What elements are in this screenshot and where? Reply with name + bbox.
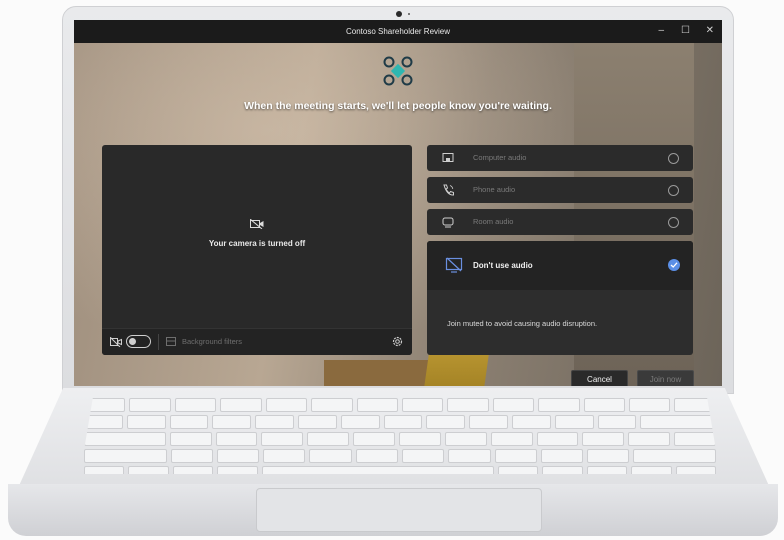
radio-button[interactable]: [668, 217, 679, 228]
background-filters-icon: [166, 337, 176, 346]
computer-icon: [442, 153, 454, 162]
window-title: Contoso Shareholder Review: [345, 27, 451, 36]
keyboard: [80, 398, 720, 474]
camera-off-icon: [110, 337, 122, 347]
audio-option-label: Computer audio: [473, 153, 527, 162]
title-bar: Contoso Shareholder Review – ☐ ✕: [74, 20, 722, 43]
cancel-button[interactable]: Cancel: [571, 370, 628, 386]
radio-button[interactable]: [668, 185, 679, 196]
background-filters-button[interactable]: Background filters: [182, 337, 242, 346]
audio-option-no-audio[interactable]: Don't use audio Join muted to avoid caus…: [427, 241, 693, 355]
app-window: Contoso Shareholder Review – ☐ ✕ When th…: [74, 20, 722, 386]
divider: [158, 334, 159, 350]
video-preview: Your camera is turned off Background fil…: [102, 145, 412, 355]
no-audio-description: Join muted to avoid causing audio disrup…: [447, 319, 598, 328]
audio-option-computer[interactable]: Computer audio: [427, 145, 693, 171]
gear-icon[interactable]: [391, 335, 404, 348]
audio-option-phone[interactable]: Phone audio: [427, 177, 693, 203]
phone-icon: [443, 184, 454, 196]
trackpad: [256, 488, 542, 532]
waiting-message: When the meeting starts, we'll let peopl…: [244, 100, 552, 112]
close-icon[interactable]: ✕: [706, 24, 714, 38]
radio-button[interactable]: [668, 153, 679, 164]
meeting-logo-icon: [383, 56, 413, 86]
audio-option-room[interactable]: Room audio: [427, 209, 693, 235]
minimize-icon[interactable]: –: [658, 24, 664, 38]
selected-option-header: Don't use audio: [427, 241, 693, 290]
maximize-icon[interactable]: ☐: [681, 24, 690, 38]
webcam-light: [408, 13, 410, 15]
camera-off-text: Your camera is turned off: [208, 239, 306, 248]
toggle-knob: [129, 338, 136, 345]
audio-option-label: Phone audio: [473, 185, 516, 194]
join-now-button[interactable]: Join now: [637, 370, 694, 386]
audio-option-label: Don't use audio: [473, 261, 533, 270]
laptop-mockup: Contoso Shareholder Review – ☐ ✕ When th…: [0, 0, 784, 540]
camera-toggle[interactable]: [126, 335, 151, 348]
room-device-icon: [442, 217, 454, 228]
no-audio-icon: [445, 257, 463, 273]
audio-option-label: Room audio: [473, 217, 514, 226]
webcam: [396, 11, 402, 17]
checkmark-icon[interactable]: [668, 259, 680, 271]
camera-off-icon: [250, 219, 264, 229]
video-toolbar: Background filters: [102, 328, 412, 355]
